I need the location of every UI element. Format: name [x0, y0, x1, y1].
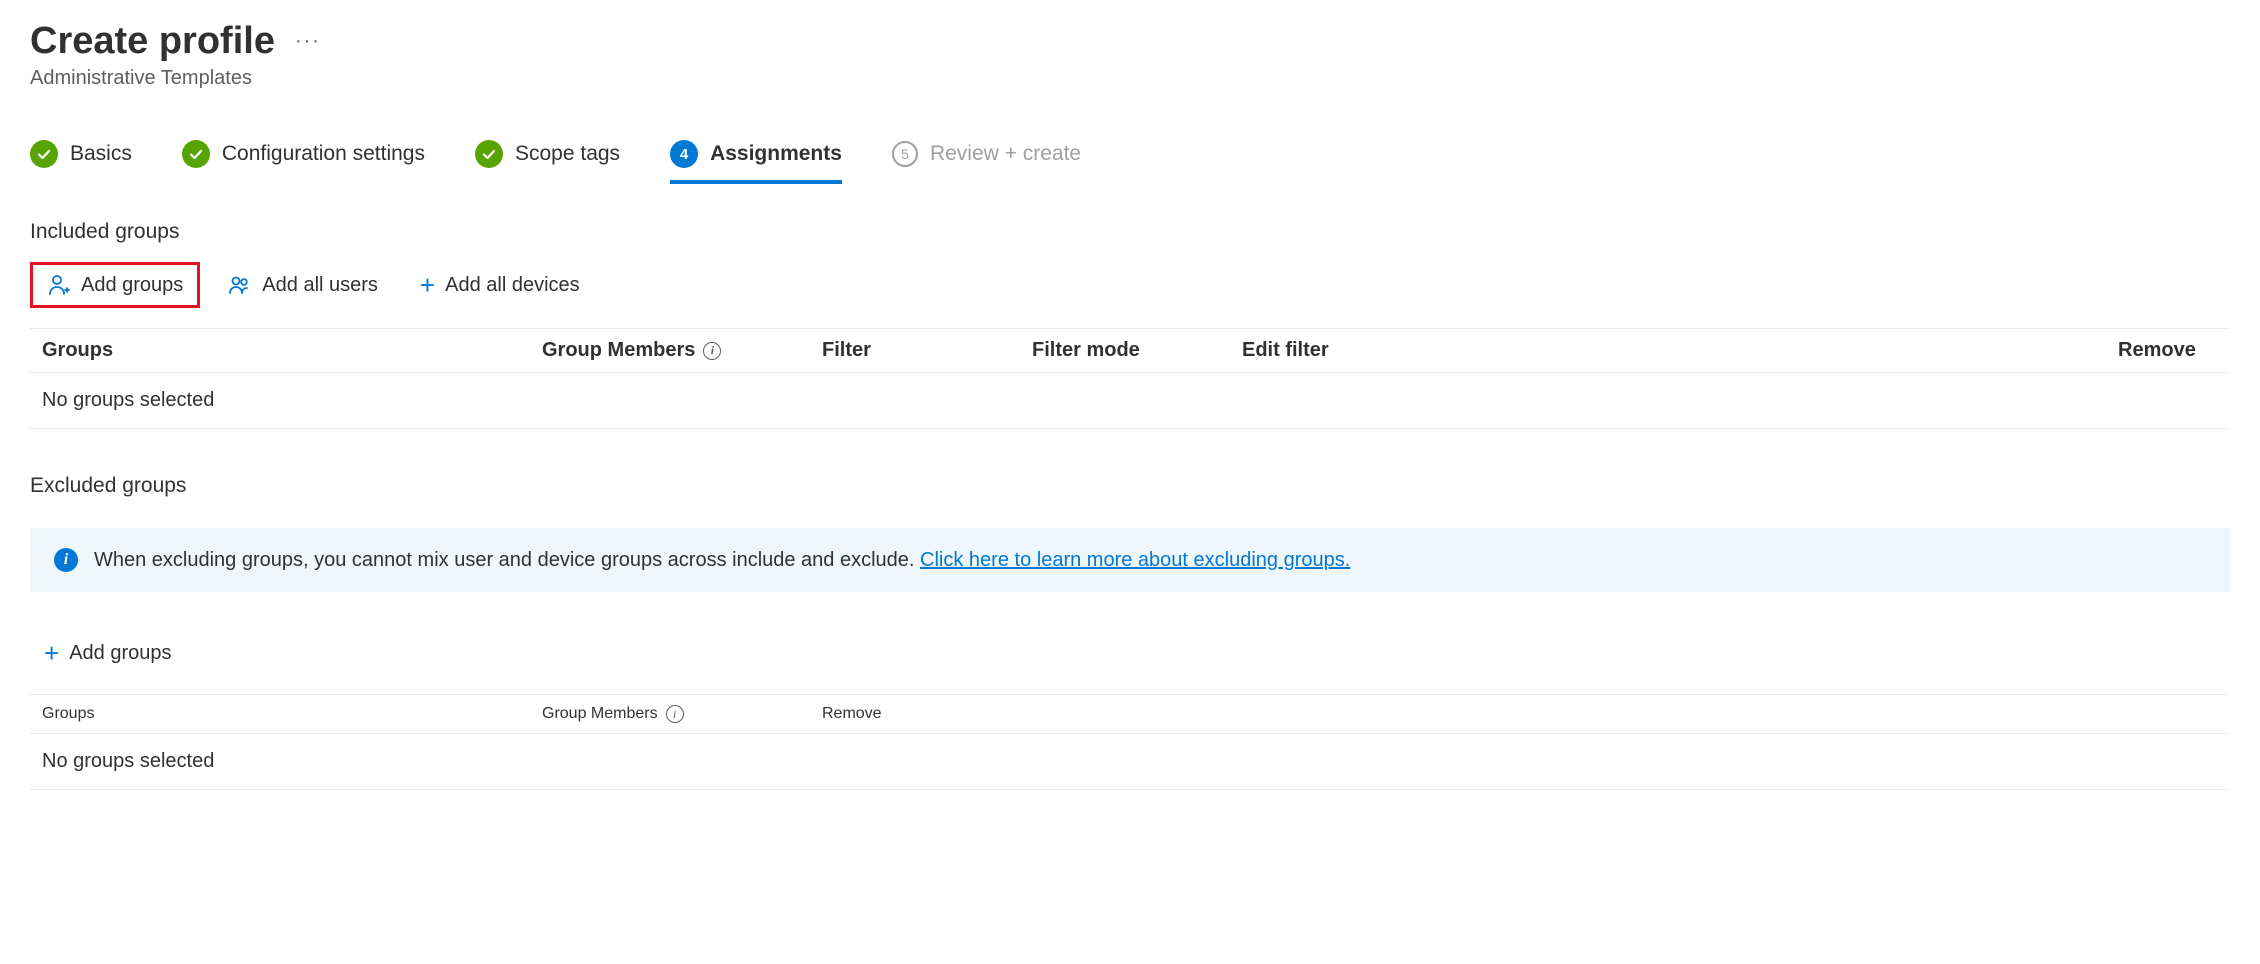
checkmark-icon — [475, 140, 503, 168]
step-label: Assignments — [710, 142, 842, 166]
step-number-icon: 4 — [670, 140, 698, 168]
more-actions-icon[interactable]: ··· — [295, 30, 321, 53]
checkmark-icon — [182, 140, 210, 168]
step-label: Basics — [70, 142, 132, 166]
excluded-actions: + Add groups — [30, 632, 2230, 674]
included-actions: Add groups Add all users + Add all devic… — [30, 262, 2230, 308]
step-label: Scope tags — [515, 142, 620, 166]
checkmark-icon — [30, 140, 58, 168]
column-remove[interactable]: Remove — [2118, 339, 2218, 362]
column-group-members[interactable]: Group Members i — [542, 339, 822, 362]
column-label: Group Members — [542, 705, 658, 723]
banner-text: When excluding groups, you cannot mix us… — [94, 549, 1350, 572]
step-assignments[interactable]: 4 Assignments — [670, 140, 842, 184]
step-review-create[interactable]: 5 Review + create — [892, 141, 1081, 179]
button-label: Add groups — [69, 642, 171, 665]
column-groups[interactable]: Groups — [42, 339, 542, 362]
column-groups[interactable]: Groups — [42, 705, 542, 723]
table-header: Groups Group Members i Filter Filter mod… — [30, 328, 2230, 373]
info-icon[interactable]: i — [703, 342, 721, 360]
column-group-members[interactable]: Group Members i — [542, 705, 822, 723]
add-all-devices-button[interactable]: + Add all devices — [406, 262, 594, 308]
page-title: Create profile — [30, 20, 275, 63]
button-label: Add all users — [262, 274, 378, 297]
wizard-stepper: Basics Configuration settings Scope tags… — [30, 140, 2230, 180]
step-number-icon: 5 — [892, 141, 918, 167]
add-groups-button-excluded[interactable]: + Add groups — [30, 632, 185, 674]
included-groups-heading: Included groups — [30, 220, 2230, 244]
person-add-icon — [47, 273, 71, 297]
excluded-groups-table: Groups Group Members i Remove No groups … — [30, 694, 2230, 790]
step-label: Configuration settings — [222, 142, 425, 166]
step-configuration-settings[interactable]: Configuration settings — [182, 140, 425, 180]
step-scope-tags[interactable]: Scope tags — [475, 140, 620, 180]
column-edit-filter[interactable]: Edit filter — [1242, 339, 1452, 362]
add-groups-button[interactable]: Add groups — [30, 262, 200, 308]
people-icon — [228, 273, 252, 297]
exclusion-info-banner: i When excluding groups, you cannot mix … — [30, 528, 2230, 592]
column-filter[interactable]: Filter — [822, 339, 1032, 362]
learn-more-link[interactable]: Click here to learn more about excluding… — [920, 549, 1350, 571]
excluded-groups-heading: Excluded groups — [30, 474, 2230, 498]
plus-icon: + — [44, 640, 59, 666]
excluded-empty-row: No groups selected — [30, 734, 2230, 790]
page-subtitle: Administrative Templates — [30, 67, 2230, 90]
add-all-users-button[interactable]: Add all users — [214, 262, 392, 308]
included-groups-table: Groups Group Members i Filter Filter mod… — [30, 328, 2230, 429]
banner-message: When excluding groups, you cannot mix us… — [94, 549, 920, 571]
table-header: Groups Group Members i Remove — [30, 694, 2230, 734]
step-label: Review + create — [930, 142, 1081, 166]
button-label: Add groups — [81, 274, 183, 297]
included-empty-row: No groups selected — [30, 373, 2230, 429]
info-icon[interactable]: i — [666, 705, 684, 723]
info-icon: i — [54, 548, 78, 572]
plus-icon: + — [420, 272, 435, 298]
column-remove[interactable]: Remove — [822, 705, 942, 723]
step-basics[interactable]: Basics — [30, 140, 132, 180]
button-label: Add all devices — [445, 274, 580, 297]
column-filter-mode[interactable]: Filter mode — [1032, 339, 1242, 362]
column-label: Group Members — [542, 339, 695, 362]
